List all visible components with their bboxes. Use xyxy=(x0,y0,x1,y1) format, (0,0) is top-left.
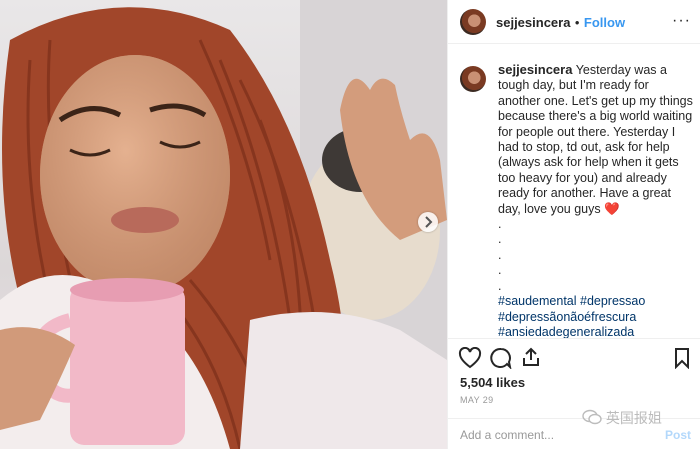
caption-dot: . xyxy=(498,247,502,262)
caption-username[interactable]: sejjesincera xyxy=(498,62,572,77)
share-upload-icon[interactable] xyxy=(520,346,542,368)
hashtags[interactable]: #saudemental #depressao #depressãonãoéfr… xyxy=(498,294,693,338)
next-photo-button[interactable] xyxy=(418,212,438,232)
post-header: sejjesincera • Follow ··· xyxy=(448,0,700,44)
speech-bubble-icon[interactable] xyxy=(490,347,512,369)
avatar[interactable] xyxy=(460,9,486,35)
follow-button[interactable]: Follow xyxy=(584,15,625,30)
chevron-right-icon xyxy=(425,216,433,228)
post-photo[interactable] xyxy=(0,0,447,449)
bookmark-icon[interactable] xyxy=(674,347,690,369)
likes-count[interactable]: 5,504 likes xyxy=(460,375,525,390)
post-detail-panel: sejjesincera • Follow ··· sejjesincera Y… xyxy=(447,0,700,449)
caption-text: Yesterday was a tough day, but I'm ready… xyxy=(498,63,693,216)
watermark-text: 英国报姐 xyxy=(605,410,662,426)
caption-dot: . xyxy=(498,263,502,278)
caption-dot: . xyxy=(498,278,502,293)
watermark: 英国报姐 xyxy=(582,408,662,428)
post-photo-illustration xyxy=(0,0,447,449)
more-options-icon[interactable]: ··· xyxy=(672,12,691,30)
action-bar: 5,504 likes MAY 29 xyxy=(448,338,700,408)
header-separator: • xyxy=(574,15,580,30)
post-comment-button[interactable]: Post xyxy=(665,428,691,442)
caption-dot: . xyxy=(498,232,502,247)
caption: sejjesincera Yesterday was a tough day, … xyxy=(498,62,693,338)
heart-outline-icon[interactable] xyxy=(458,347,482,369)
comment-bar: Add a comment... Post xyxy=(448,418,700,449)
heart-emoji: ❤️ xyxy=(604,201,620,216)
wechat-logo-icon xyxy=(582,409,602,425)
post-date[interactable]: MAY 29 xyxy=(460,395,494,405)
caption-dot: . xyxy=(498,217,502,232)
comment-input[interactable]: Add a comment... xyxy=(460,428,554,442)
header-username[interactable]: sejjesincera xyxy=(496,15,570,30)
header-user-line: sejjesincera • Follow xyxy=(496,14,625,32)
instagram-post-frame: sejjesincera • Follow ··· sejjesincera Y… xyxy=(0,0,700,449)
caption-avatar[interactable] xyxy=(460,66,486,92)
